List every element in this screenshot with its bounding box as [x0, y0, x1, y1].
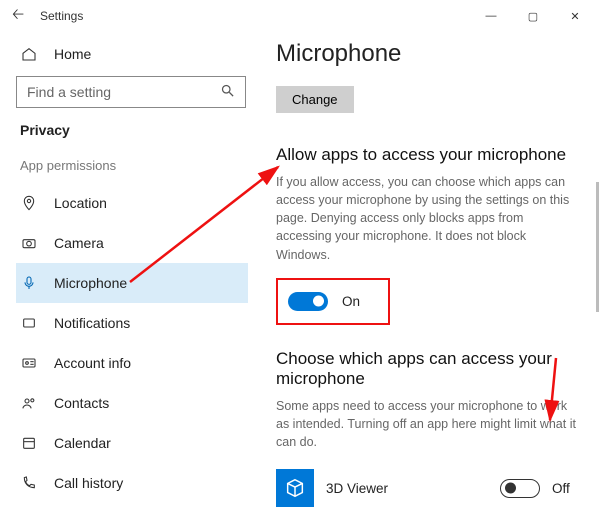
section1-description: If you allow access, you can choose whic… — [276, 173, 576, 264]
app-row-3d-viewer: 3D Viewer Off — [276, 465, 576, 511]
sidebar-item-label: Notifications — [54, 315, 130, 331]
microphone-icon — [20, 275, 38, 291]
app-toggle-label: Off — [552, 481, 576, 496]
sidebar-item-label: Calendar — [54, 435, 111, 451]
sidebar-item-camera[interactable]: Camera — [16, 223, 248, 263]
search-input[interactable]: Find a setting — [16, 76, 246, 108]
search-placeholder: Find a setting — [27, 84, 111, 100]
content-pane: Microphone Change Allow apps to access y… — [260, 32, 600, 514]
annotation-highlight-box: On — [276, 278, 390, 325]
close-button[interactable]: ✕ — [554, 0, 596, 32]
maximize-button[interactable]: ▢ — [512, 0, 554, 32]
sidebar-item-calendar[interactable]: Calendar — [16, 423, 248, 463]
titlebar: 🡠 Settings — ▢ ✕ — [0, 0, 600, 32]
master-toggle-label: On — [342, 294, 360, 309]
change-button[interactable]: Change — [276, 86, 354, 113]
window-title: Settings — [36, 9, 470, 23]
app-name-label: 3D Viewer — [326, 481, 488, 496]
sidebar-item-label: Camera — [54, 235, 104, 251]
app-toggle-3d-viewer[interactable] — [500, 479, 540, 498]
window-controls: — ▢ ✕ — [470, 0, 596, 32]
sidebar-item-label: Contacts — [54, 395, 109, 411]
notifications-icon — [20, 315, 38, 331]
search-icon — [220, 83, 235, 101]
sidebar-item-label: Location — [54, 195, 107, 211]
back-icon[interactable]: 🡠 — [12, 4, 36, 29]
sidebar-item-microphone[interactable]: Microphone — [16, 263, 248, 303]
calendar-icon — [20, 435, 38, 451]
camera-icon — [20, 235, 38, 251]
location-icon — [20, 195, 38, 211]
sidebar-group-label: App permissions — [20, 158, 244, 173]
app-icon-3d-viewer — [276, 469, 314, 507]
section2-heading: Choose which apps can access your microp… — [276, 349, 576, 389]
call-history-icon — [20, 475, 38, 491]
master-toggle[interactable] — [288, 292, 328, 311]
sidebar-item-label: Microphone — [54, 275, 127, 291]
page-title: Microphone — [276, 40, 576, 68]
contacts-icon — [20, 395, 38, 411]
sidebar: Home Find a setting Privacy App permissi… — [0, 32, 260, 514]
scrollbar[interactable] — [596, 182, 599, 312]
account-info-icon — [20, 355, 38, 371]
sidebar-item-label: Call history — [54, 475, 123, 491]
section2-description: Some apps need to access your microphone… — [276, 397, 576, 451]
sidebar-item-home[interactable]: Home — [16, 40, 248, 70]
home-icon — [20, 46, 38, 62]
sidebar-item-label: Home — [54, 46, 91, 62]
minimize-button[interactable]: — — [470, 0, 512, 32]
sidebar-item-label: Account info — [54, 355, 131, 371]
sidebar-item-contacts[interactable]: Contacts — [16, 383, 248, 423]
sidebar-item-call-history[interactable]: Call history — [16, 463, 248, 503]
sidebar-item-location[interactable]: Location — [16, 183, 248, 223]
sidebar-category[interactable]: Privacy — [20, 122, 244, 138]
master-toggle-row: On — [284, 286, 364, 317]
sidebar-item-account-info[interactable]: Account info — [16, 343, 248, 383]
section1-heading: Allow apps to access your microphone — [276, 145, 576, 165]
sidebar-item-notifications[interactable]: Notifications — [16, 303, 248, 343]
